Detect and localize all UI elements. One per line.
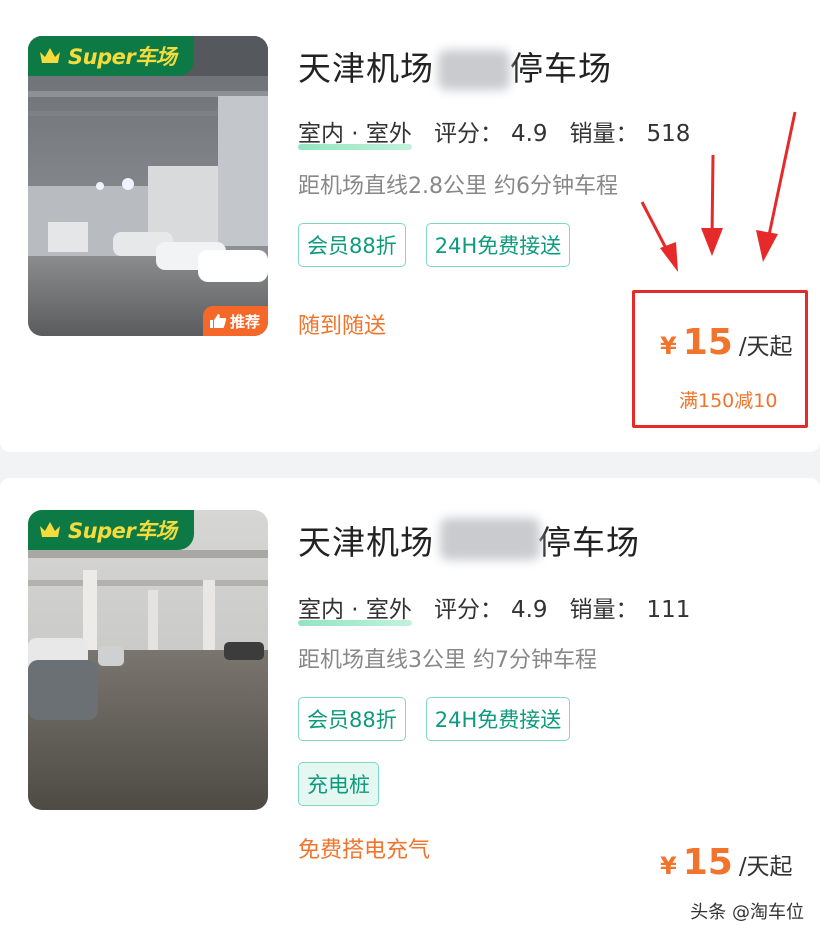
thumbs-up-icon: [209, 314, 227, 328]
tag-free-shuttle: 24H免费接送: [425, 223, 571, 267]
redacted-text: [438, 50, 510, 90]
promo-text: 满150减10: [679, 390, 778, 412]
rating-value: 4.9: [510, 121, 548, 147]
super-badge-label: Super车场: [68, 45, 177, 69]
distance-info: 距机场直线2.8公里 约6分钟车程: [298, 174, 618, 199]
sales-label: 销量：: [569, 121, 639, 147]
tag-member-discount: 会员88折: [298, 223, 406, 267]
parking-garage-image: [28, 36, 268, 336]
lot-type: 室内 · 室外: [298, 590, 412, 626]
super-parking-badge: Super车场: [28, 510, 195, 550]
super-badge-label: Super车场: [68, 519, 177, 543]
parking-garage-image: [28, 510, 268, 810]
tag-charging-pile: 充电桩: [298, 762, 379, 806]
currency-symbol: ¥: [660, 852, 677, 880]
parking-card[interactable]: Super车场 推荐 天津机场 停车场 室内 · 室外 评分： 4.9 销量： 518 距…: [0, 0, 820, 452]
service-perk: 免费搭电充气: [298, 838, 431, 863]
rating-value: 4.9: [510, 597, 548, 623]
price-unit: /天起: [738, 854, 793, 880]
super-parking-badge: Super车场: [28, 36, 195, 76]
crown-icon: [40, 48, 60, 63]
price-amount: 15: [682, 322, 733, 363]
service-perk: 随到随送: [298, 314, 387, 339]
tag-free-shuttle: 24H免费接送: [425, 697, 571, 741]
price-display: ¥ 15 /天起: [660, 842, 793, 883]
parking-card[interactable]: Super车场 天津机场 停车场 室内 · 室外 评分： 4.9 销量： 111 距机场直…: [0, 478, 820, 938]
annotation-arrows: [640, 111, 797, 272]
title-prefix: 天津机场: [298, 523, 434, 562]
recommend-badge: 推荐: [202, 306, 268, 336]
watermark: 头条 @淘车位: [690, 902, 804, 923]
recommend-badge-label: 推荐: [229, 312, 260, 331]
crown-icon: [40, 522, 60, 537]
title-suffix: 停车场: [510, 49, 612, 88]
currency-symbol: ¥: [660, 332, 677, 360]
sales-label: 销量：: [569, 597, 639, 623]
title-prefix: 天津机场: [298, 49, 434, 88]
lot-meta-row: 室内 · 室外 评分： 4.9 销量： 111: [298, 590, 691, 626]
tag-list: 会员88折 24H免费接送: [298, 697, 571, 741]
lot-type: 室内 · 室外: [298, 114, 412, 150]
price-unit: /天起: [738, 334, 793, 360]
price-amount: 15: [682, 842, 733, 883]
sales-value: 111: [646, 597, 691, 623]
tag-list: 会员88折 24H免费接送: [298, 223, 571, 267]
redacted-text: [440, 518, 540, 560]
title-suffix: 停车场: [538, 523, 640, 562]
tag-member-discount: 会员88折: [298, 697, 406, 741]
rating-label: 评分：: [433, 597, 503, 623]
price-display: ¥ 15 /天起: [660, 322, 793, 363]
tag-list-extra: 充电桩: [298, 762, 379, 806]
parking-lot-photo[interactable]: Super车场 推荐: [28, 36, 268, 336]
rating-label: 评分：: [433, 121, 503, 147]
distance-info: 距机场直线3公里 约7分钟车程: [298, 648, 597, 673]
parking-lot-photo[interactable]: Super车场: [28, 510, 268, 810]
